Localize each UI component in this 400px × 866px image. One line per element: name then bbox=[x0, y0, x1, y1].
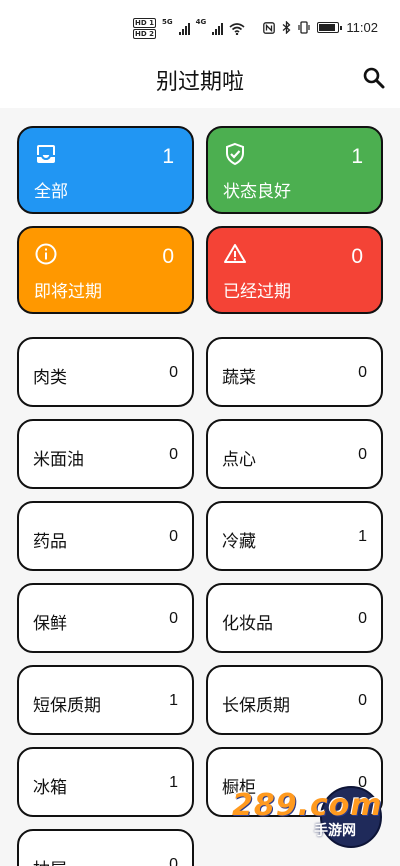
category-label: 肉类 bbox=[33, 368, 67, 388]
status-time: 11:02 bbox=[346, 20, 378, 35]
category-card[interactable]: 药品 0 bbox=[17, 501, 194, 571]
page-title: 别过期啦 bbox=[155, 70, 244, 95]
category-card[interactable]: 点心 0 bbox=[206, 419, 383, 489]
category-card[interactable]: 短保质期 1 bbox=[17, 665, 194, 735]
category-label: 药品 bbox=[33, 532, 67, 552]
search-icon bbox=[363, 67, 385, 89]
summary-card-all[interactable]: 1 全部 bbox=[17, 126, 194, 214]
vibrate-icon bbox=[298, 21, 311, 34]
warning-icon bbox=[224, 244, 246, 263]
hd2-badge: HD 2 bbox=[133, 29, 156, 39]
category-label: 冰箱 bbox=[33, 778, 67, 798]
category-count: 0 bbox=[169, 856, 178, 866]
category-count: 1 bbox=[169, 774, 178, 791]
category-count: 0 bbox=[169, 528, 178, 545]
category-card[interactable]: 抽屉 0 bbox=[17, 829, 194, 866]
status-system-group: 11:02 bbox=[263, 20, 378, 35]
status-bar: HD 1 HD 2 5G 4G 11:02 bbox=[0, 0, 400, 56]
summary-label: 状态良好 bbox=[223, 182, 291, 202]
app-bar: 别过期啦 bbox=[0, 56, 400, 108]
hd-indicators: HD 1 HD 2 bbox=[133, 18, 156, 39]
nfc-icon bbox=[263, 21, 276, 34]
category-card[interactable]: 长保质期 0 bbox=[206, 665, 383, 735]
category-label: 橱柜 bbox=[222, 778, 256, 798]
category-count: 1 bbox=[169, 692, 178, 709]
summary-count: 1 bbox=[162, 145, 174, 168]
watermark-subtext: 手游网 bbox=[314, 823, 356, 839]
category-count: 0 bbox=[358, 774, 367, 791]
network-5g-label: 5G bbox=[161, 18, 173, 26]
shield-check-icon bbox=[226, 142, 244, 166]
category-label: 短保质期 bbox=[33, 696, 101, 716]
category-label: 化妆品 bbox=[222, 614, 273, 634]
signal-1-icon bbox=[178, 22, 190, 35]
category-label: 保鲜 bbox=[33, 614, 67, 634]
category-count: 0 bbox=[169, 364, 178, 381]
category-label: 冷藏 bbox=[222, 532, 256, 552]
category-card[interactable]: 冰箱 1 bbox=[17, 747, 194, 817]
category-label: 抽屉 bbox=[33, 855, 67, 866]
summary-card-good[interactable]: 1 状态良好 bbox=[206, 126, 383, 214]
category-card[interactable]: 橱柜 0 bbox=[206, 747, 383, 817]
category-label: 米面油 bbox=[33, 450, 84, 470]
category-count: 0 bbox=[358, 364, 367, 381]
category-count: 0 bbox=[169, 446, 178, 463]
category-count: 0 bbox=[358, 446, 367, 463]
category-count: 1 bbox=[358, 528, 367, 545]
summary-count: 0 bbox=[351, 245, 363, 268]
category-label: 蔬菜 bbox=[222, 368, 256, 388]
summary-count: 0 bbox=[162, 245, 174, 268]
summary-label: 全部 bbox=[34, 182, 68, 202]
summary-label: 已经过期 bbox=[223, 282, 291, 302]
info-icon bbox=[35, 243, 57, 265]
category-count: 0 bbox=[169, 610, 178, 627]
signal-2-icon bbox=[212, 22, 224, 35]
inbox-icon bbox=[37, 145, 55, 163]
summary-count: 1 bbox=[351, 145, 363, 168]
search-button[interactable] bbox=[362, 66, 386, 90]
category-card[interactable]: 蔬菜 0 bbox=[206, 337, 383, 407]
hd1-badge: HD 1 bbox=[133, 18, 156, 28]
category-label: 长保质期 bbox=[222, 696, 290, 716]
category-card[interactable]: 冷藏 1 bbox=[206, 501, 383, 571]
category-card[interactable]: 肉类 0 bbox=[17, 337, 194, 407]
wifi-icon bbox=[229, 22, 245, 35]
summary-card-expiring[interactable]: 0 即将过期 bbox=[17, 226, 194, 314]
category-card[interactable]: 米面油 0 bbox=[17, 419, 194, 489]
summary-card-expired[interactable]: 0 已经过期 bbox=[206, 226, 383, 314]
bluetooth-icon bbox=[283, 21, 291, 34]
category-count: 0 bbox=[358, 610, 367, 627]
category-card[interactable]: 化妆品 0 bbox=[206, 583, 383, 653]
category-card[interactable]: 保鲜 0 bbox=[17, 583, 194, 653]
network-4g-label: 4G bbox=[195, 18, 207, 26]
category-count: 0 bbox=[358, 692, 367, 709]
battery-icon bbox=[317, 22, 343, 33]
summary-label: 即将过期 bbox=[34, 282, 102, 302]
status-network-group: HD 1 HD 2 5G 4G bbox=[133, 18, 245, 39]
category-label: 点心 bbox=[222, 450, 256, 470]
